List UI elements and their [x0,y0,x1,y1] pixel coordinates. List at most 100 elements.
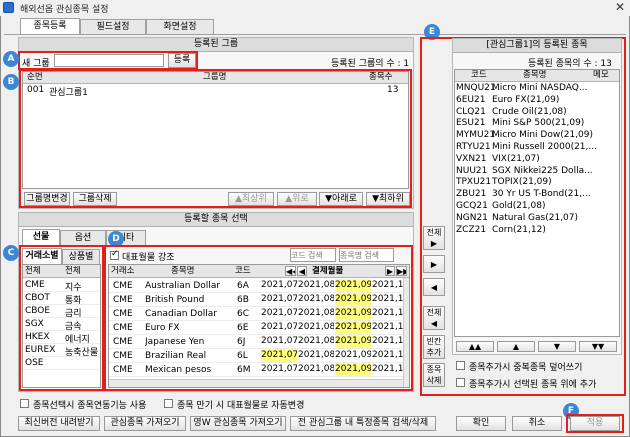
tab-divider [4,34,626,35]
row-month-cell[interactable]: 2021,09 [335,293,371,306]
table-row[interactable]: CME Canadian Dollar 6C 2021,07 2021,08 2021… [109,307,408,321]
row-month-cell[interactable]: 2021,07 [261,293,297,306]
row-month-cell[interactable]: 2021,08 [298,279,334,292]
add-above-checkbox[interactable] [456,378,465,387]
row-month-cell[interactable]: 2021,07 [261,321,297,334]
list-item[interactable]: 6EU21 Euro FX(21,09) [455,95,619,107]
search-delete-button[interactable]: 전 관심그룹 내 특정종목 검색/삭제 [290,416,436,431]
reg-name: Mini Russell 2000(21,... [492,142,597,152]
table-row[interactable]: CME Japanese Yen 6J 2021,07 2021,08 2021,09… [109,335,408,349]
list-item[interactable]: GCQ21 Gold(21,08) [455,201,619,213]
table-row[interactable]: 001 관심그룹1 13 [23,85,408,98]
list-item[interactable]: TPXU21 TOPIX(21,09) [455,177,619,189]
auto-rep-checkbox[interactable] [164,399,173,408]
row-month-cell[interactable]: 2021,09 [335,349,371,362]
registered-grid-header: 코드 종목명 메모 [455,70,619,82]
reg-up-button[interactable]: ▲ [497,341,535,352]
list-item[interactable]: ZCZ21 Corn(21,12) [455,224,619,237]
link-checkbox[interactable] [20,399,29,408]
tab-options[interactable]: 옵션 [60,230,106,245]
row-month-cell[interactable]: 2021,08 [298,363,334,376]
move-bottom-button[interactable]: ▼최하위 [366,192,410,206]
table-row[interactable]: CME British Pound 6B 2021,07 2021,08 2021,0… [109,293,408,307]
row-exchange: CME [113,295,133,305]
list-item[interactable]: SGX 금속 [23,318,100,332]
row-month-cell[interactable]: 2021,08 [298,335,334,348]
row-code: 6M [237,365,251,375]
reg-top-button[interactable]: ▲▲ [456,341,494,352]
reg-code: ZCZ21 [456,224,487,235]
list-item[interactable]: CLQ21 Crude Oil(21,08) [455,107,619,119]
overwrite-checkbox[interactable] [456,361,465,370]
row-month-cell[interactable]: 2021,09 [335,321,371,334]
rename-group-button[interactable]: 그룹명변경 [24,192,70,206]
table-row[interactable]: CME Brazilian Real 6L 2021,07 2021,08 2021,… [109,349,408,363]
row-month-cell[interactable]: 2021,07 [261,363,297,376]
row-month-cell[interactable]: 2021,08 [298,293,334,306]
auto-rep-label: 종목 만기 시 대표월물로 자동변경 [177,401,305,411]
list-item[interactable]: EUREX 농축산물 [23,344,100,358]
import-ygw-button[interactable]: 영W 관심종목 가져오기 [190,416,286,431]
list-item[interactable]: MYMU21 Micro Mini Dow(21,09) [455,130,619,142]
table-row[interactable]: CME Mexican pesos 6M 2021,07 2021,08 2021,0… [109,363,408,377]
list-item[interactable]: NUU21 SGX Nikkei225 Dolla... [455,166,619,178]
list-item[interactable]: ZBU21 30 Yr US T-Bond(21,... [455,189,619,201]
tab-by-exchange[interactable]: 거래소별 [22,248,62,264]
row-month-cell[interactable]: 2021,07 [261,349,297,362]
row-product-name: Japanese Yen [145,337,205,347]
new-group-input[interactable] [54,54,164,67]
reg-name: Micro Mini NASDAQ... [492,83,588,93]
move-down-button[interactable]: ▼아래로 [319,192,363,206]
prev-month-button[interactable]: ◀ [297,266,307,276]
delete-group-button[interactable]: 그룹삭제 [73,192,117,206]
name-search-input[interactable] [339,248,394,262]
move-top-button[interactable]: ▲최상위 [228,192,274,206]
list-item[interactable]: ESU21 Mini S&P 500(21,09) [455,118,619,130]
row-month-cell[interactable]: 2021,07 [261,307,297,320]
row-month-cell[interactable]: 2021,08 [298,321,334,334]
row-month-cell[interactable]: 2021,09 [335,307,371,320]
row-month-cell[interactable]: 2021,09 [335,335,371,348]
download-latest-button[interactable]: 최신버전 내려받기 [18,416,100,431]
vertical-scrollbar[interactable] [403,278,409,387]
import-button[interactable]: 관심종목 가져오기 [104,416,186,431]
first-month-button[interactable]: ◀◀ [285,266,296,276]
list-item[interactable]: OSE [23,357,100,370]
list-item[interactable]: VXN21 VIX(21,07) [455,154,619,166]
table-row[interactable]: CME Euro FX 6E 2021,07 2021,08 2021,09 2021,… [109,321,408,335]
list-item[interactable]: CBOE 금리 [23,305,100,319]
col-settle-month: 결제월물 [312,266,344,276]
list-item[interactable]: MNQU21 Micro Mini NASDAQ... [455,83,619,95]
list-item[interactable]: HKEX 에너지 [23,331,100,345]
tab-screen-settings[interactable]: 화면설정 [146,19,214,34]
tab-futures[interactable]: 선물 [22,229,60,245]
ok-button[interactable]: 확인 [456,416,506,431]
table-row[interactable]: CME Australian Dollar 6A 2021,07 2021,08 20… [109,279,408,293]
reg-bottom-button[interactable]: ▼▼ [579,341,617,352]
list-item[interactable]: CBOT 통화 [23,292,100,306]
row-month-cell[interactable]: 2021,08 [298,307,334,320]
next-month-button[interactable]: ▶ [385,266,395,276]
row-month-cell[interactable]: 2021,09 [335,363,371,376]
list-item[interactable]: NGN21 Natural Gas(21,07) [455,213,619,225]
register-group-button[interactable]: 등록 [168,53,196,68]
last-month-button[interactable]: ▶▶ [396,266,407,276]
tab-register[interactable]: 종목등록 [20,18,80,34]
horizontal-scrollbar[interactable] [109,379,403,387]
row-month-cell[interactable]: 2021,07 [261,335,297,348]
close-icon[interactable]: ✕ [613,0,627,14]
row-month-cell[interactable]: 2021,07 [261,279,297,292]
row-month-cell[interactable]: 2021,08 [298,349,334,362]
move-up-button[interactable]: ▲위로 [277,192,317,206]
list-item[interactable]: CME 지수 [23,279,100,293]
col-product-all: 전체 [65,266,81,276]
rep-month-checkbox[interactable] [110,249,119,260]
row-month-cell[interactable]: 2021,09 [335,279,371,292]
code-search-input[interactable] [290,248,336,262]
cancel-button[interactable]: 취소 [512,416,562,431]
reg-down-button[interactable]: ▼ [538,341,576,352]
apply-button[interactable]: 적용 [570,416,620,431]
tab-by-product[interactable]: 상품별 [62,249,100,264]
tab-field-settings[interactable]: 필드설정 [80,19,146,34]
list-item[interactable]: RTYU21 Mini Russell 2000(21,... [455,142,619,154]
